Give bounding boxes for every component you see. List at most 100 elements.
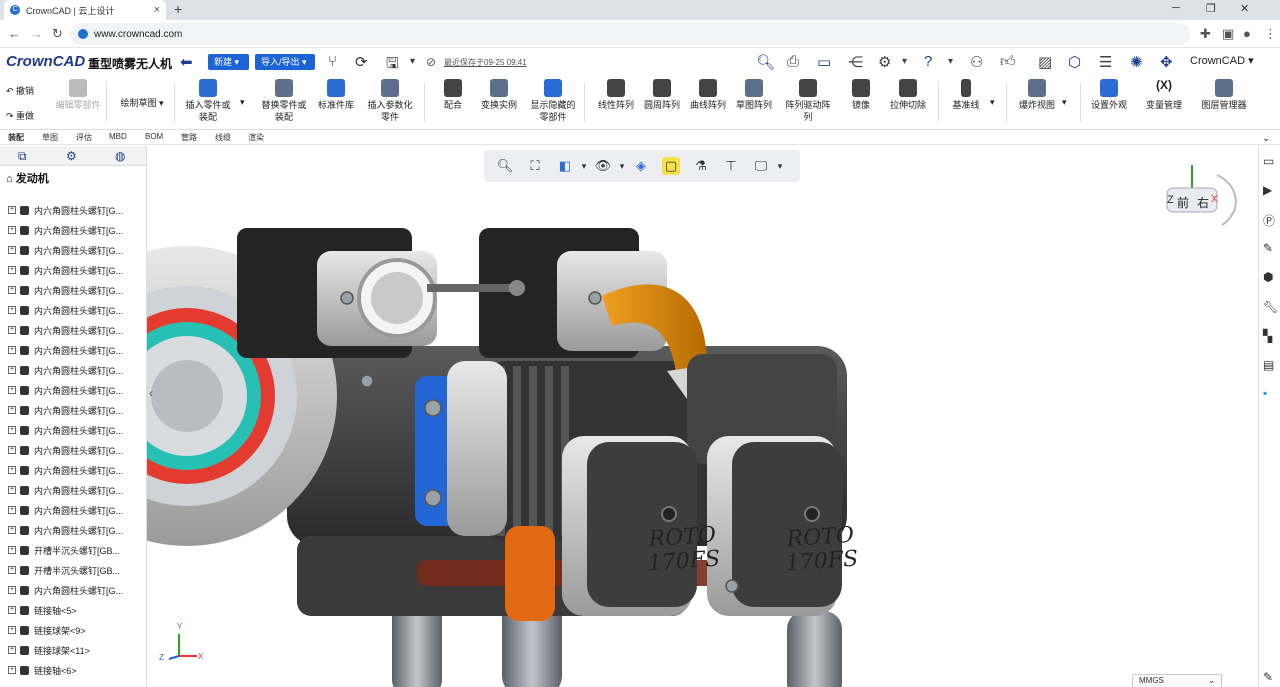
new-button[interactable]: 新建 ▾ — [208, 54, 249, 70]
brand-menu[interactable]: CrownCAD ▾ — [1190, 54, 1254, 67]
model-tree-icon[interactable]: ⚇ — [970, 53, 983, 71]
back-arrow-icon[interactable]: ⬅ — [180, 53, 193, 71]
like-icon[interactable]: 👍︎ — [1000, 53, 1016, 71]
share-icon[interactable]: ⋲ — [848, 53, 863, 71]
tree-row[interactable]: + 内六角圆柱头螺钉[G... — [8, 520, 123, 540]
extrude-cut-button[interactable]: 拉伸切除 — [884, 79, 932, 111]
globe-tab-icon[interactable]: ◍ — [115, 149, 125, 163]
expand-node-icon[interactable]: + — [8, 386, 16, 394]
expand-node-icon[interactable]: + — [8, 426, 16, 434]
tree-row[interactable]: + 内六角圆柱头螺钉[G... — [8, 480, 123, 500]
insert-dropdown-icon[interactable]: ▾ — [240, 97, 245, 108]
help-icon[interactable]: ? — [924, 53, 932, 70]
new-tab-icon[interactable]: + — [174, 1, 182, 17]
sketch-pattern-button[interactable]: 草图阵列 — [732, 79, 776, 111]
expand-node-icon[interactable]: + — [8, 466, 16, 474]
expand-node-icon[interactable]: + — [8, 646, 16, 654]
expand-node-icon[interactable]: + — [8, 206, 16, 214]
explode-dropdown-icon[interactable]: ▾ — [1062, 97, 1067, 108]
url-field[interactable]: www.crowncad.com — [70, 23, 1190, 45]
forward-icon[interactable]: → — [30, 26, 43, 41]
expand-node-icon[interactable]: + — [8, 226, 16, 234]
minimize-icon[interactable]: ─ — [1172, 2, 1180, 14]
tree-row[interactable]: + 内六角圆柱头螺钉[G... — [8, 400, 123, 420]
tree-row[interactable]: + 内六角圆柱头螺钉[G... — [8, 280, 123, 300]
comment-icon[interactable]: ▭ — [817, 53, 831, 71]
tree-row[interactable]: + 内六角圆柱头螺钉[G... — [8, 340, 123, 360]
collapse-ribbon-icon[interactable]: ⌄ — [1262, 133, 1270, 144]
tab-evaluate[interactable]: 评估 — [76, 132, 92, 143]
expand-node-icon[interactable]: + — [8, 306, 16, 314]
tree-row[interactable]: + 链接轴<6> — [8, 660, 77, 680]
print-icon[interactable]: ⎙ — [787, 53, 799, 70]
units-select[interactable]: MMGS ⌄ — [1132, 674, 1222, 687]
viewcube-front-face[interactable]: 前 — [1177, 194, 1189, 211]
video-icon[interactable]: ▶ — [1263, 183, 1272, 197]
expand-node-icon[interactable]: + — [8, 406, 16, 414]
show-hidden-button[interactable]: 显示隐藏的 零部件 — [526, 79, 580, 123]
tree-row[interactable]: + 链接球架<9> — [8, 620, 86, 640]
expand-node-icon[interactable]: + — [8, 546, 16, 554]
insert-part-button[interactable]: 插入零件或 装配 — [180, 79, 236, 123]
extensions-icon[interactable]: ✚ — [1200, 26, 1211, 42]
expand-node-icon[interactable]: + — [8, 506, 16, 514]
search-icon[interactable]: 🔍︎ — [756, 53, 775, 71]
view-cube[interactable]: Z 前 右 X — [1147, 160, 1237, 240]
expand-node-icon[interactable]: + — [8, 566, 16, 574]
transform-instance-button[interactable]: 变换实例 — [476, 79, 522, 111]
view-orientation-icon[interactable]: ◧ — [556, 157, 574, 175]
tab-bom[interactable]: BOM — [145, 132, 163, 141]
edit-icon[interactable]: ✎ — [1263, 241, 1273, 255]
set-appearance-button[interactable]: 设置外观 — [1086, 79, 1132, 111]
expand-node-icon[interactable]: + — [8, 526, 16, 534]
appearance-icon-2[interactable]: ⚗ — [692, 157, 710, 175]
insert-param-part-button[interactable]: 插入参数化 零件 — [362, 79, 418, 123]
sun-icon[interactable]: ✺ — [1130, 53, 1143, 71]
tree-row[interactable]: + 内六角圆柱头螺钉[G... — [8, 440, 123, 460]
save-icon[interactable]: 🖫 — [386, 53, 399, 78]
parts-tab-icon[interactable]: ⚙ — [66, 149, 77, 163]
shaded-display-icon[interactable]: ▢ — [662, 157, 680, 175]
expand-node-icon[interactable]: + — [8, 366, 16, 374]
profile-icon[interactable]: ● — [1243, 26, 1251, 41]
datum-line-button[interactable]: 基准线 — [946, 79, 986, 111]
tree-root[interactable]: ⌂ 发动机 — [6, 170, 49, 186]
expand-node-icon[interactable]: + — [8, 586, 16, 594]
layers-icon[interactable]: ☰ — [1099, 53, 1112, 71]
tree-row[interactable]: + 内六角圆柱头螺钉[G... — [8, 380, 123, 400]
expand-node-icon[interactable]: + — [8, 626, 16, 634]
redo-button[interactable]: ↷ 重做 — [6, 109, 34, 122]
cube-icon[interactable]: ⬡ — [1068, 53, 1081, 71]
curve-pattern-button[interactable]: 曲线阵列 — [686, 79, 730, 111]
tree-row[interactable]: + 内六角圆柱头螺钉[G... — [8, 420, 123, 440]
save-dropdown-icon[interactable]: ▾ — [410, 56, 415, 67]
edit-part-button[interactable]: 编辑零部件 — [52, 79, 104, 111]
close-window-icon[interactable]: ✕ — [1240, 2, 1249, 15]
restore-icon[interactable]: ❐ — [1206, 2, 1216, 15]
assembly-tree-tab-icon[interactable]: ⧉ — [18, 149, 27, 164]
plugin-icon[interactable]: ✥ — [1160, 53, 1173, 71]
tree-row[interactable]: + 内六角圆柱头螺钉[G... — [8, 580, 123, 600]
expand-node-icon[interactable]: + — [8, 346, 16, 354]
circular-pattern-button[interactable]: 圆周阵列 — [640, 79, 684, 111]
mirror-button[interactable]: 镜像 — [842, 79, 880, 111]
tab-mbd[interactable]: MBD — [109, 132, 127, 141]
section-view-icon[interactable]: ◈ — [632, 157, 650, 175]
folder-icon[interactable]: ▭ — [1263, 154, 1274, 168]
variable-manager-button[interactable]: (X) 变量管理 — [1140, 79, 1188, 111]
display-dropdown-icon[interactable]: ▾ — [776, 157, 784, 175]
expand-node-icon[interactable]: + — [8, 606, 16, 614]
import-export-button[interactable]: 导入/导出 ▾ — [255, 54, 315, 70]
standard-parts-button[interactable]: 标准件库 — [314, 79, 358, 111]
chat-icon[interactable]: ▪ — [1263, 386, 1267, 400]
tree-row[interactable]: + 开槽半沉头螺钉[GB... — [8, 540, 120, 560]
expand-tree-icon[interactable]: ‹ — [149, 386, 153, 400]
wrench-icon[interactable]: 🔧︎ — [1263, 300, 1278, 314]
image-icon[interactable]: ▨ — [1038, 53, 1052, 71]
tree-row[interactable]: + 内六角圆柱头螺钉[G... — [8, 300, 123, 320]
reload-icon[interactable]: ↻ — [52, 26, 63, 42]
sync-icon[interactable]: ⟳ — [355, 53, 368, 71]
tree-row[interactable]: + 链接轴<5> — [8, 600, 77, 620]
sketch-dropdown[interactable]: 绘制草图 ▾ — [112, 97, 172, 109]
settings-dropdown-icon[interactable]: ▾ — [902, 56, 907, 67]
